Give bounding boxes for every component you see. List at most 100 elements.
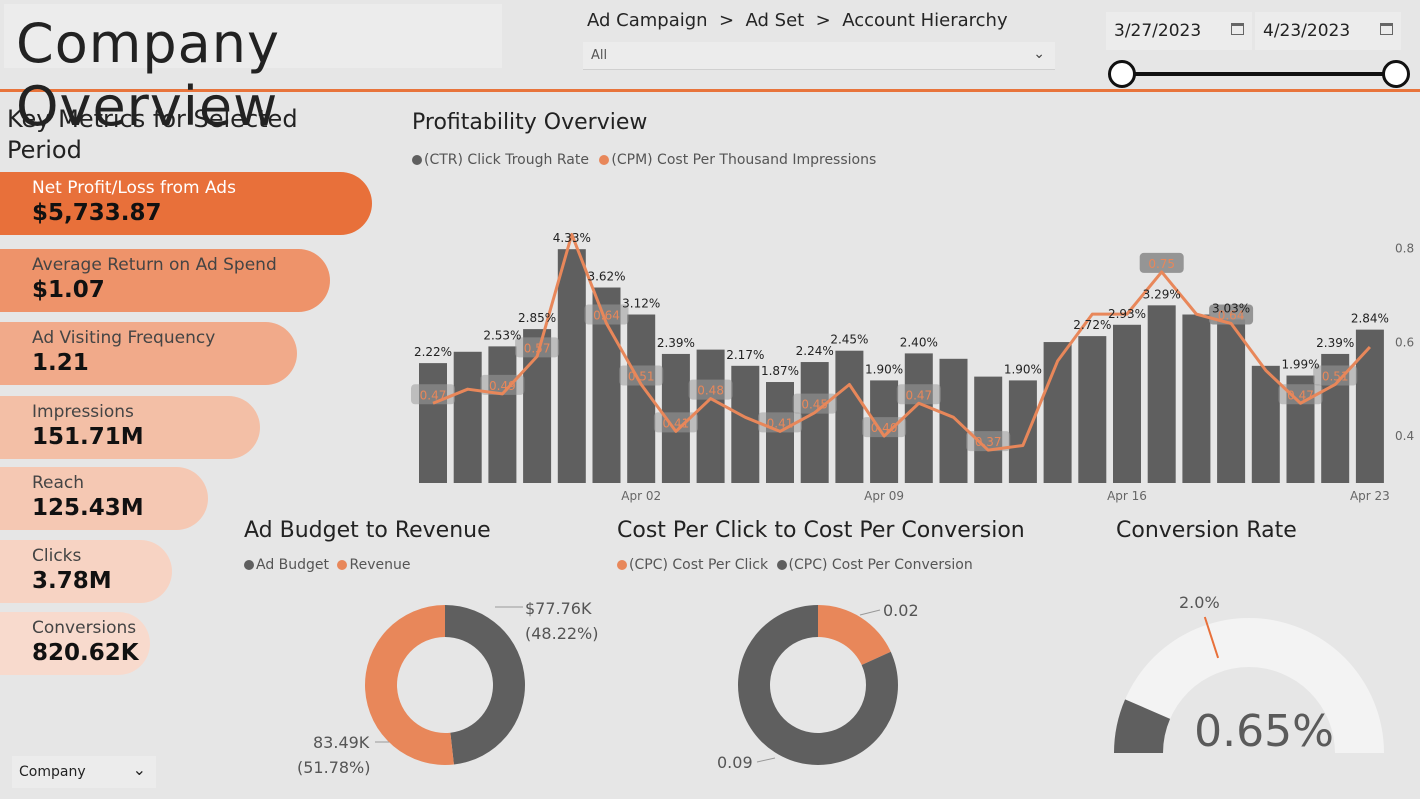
cpm-data-label: 0.57 bbox=[524, 341, 551, 355]
start-date-input[interactable]: 3/27/2023 bbox=[1106, 12, 1252, 50]
ctr-data-label: 4.33% bbox=[553, 231, 591, 245]
ctr-data-label: 3.62% bbox=[587, 270, 625, 284]
legend-dot-icon bbox=[617, 560, 627, 570]
kpi-card[interactable]: Reach 125.43M bbox=[0, 467, 208, 530]
kpi-label: Average Return on Ad Spend bbox=[32, 255, 277, 275]
ctr-bar[interactable] bbox=[488, 346, 517, 483]
kpi-label: Net Profit/Loss from Ads bbox=[32, 178, 236, 198]
profitability-legend: (CTR) Click Trough Rate (CPM) Cost Per T… bbox=[412, 152, 876, 168]
ctr-bar[interactable] bbox=[800, 362, 829, 483]
ctr-bar[interactable] bbox=[557, 249, 586, 483]
end-date-input[interactable]: 4/23/2023 bbox=[1255, 12, 1401, 50]
budget-donut-chart[interactable]: $77.76K (48.22%) 83.49K (51.78%) bbox=[280, 590, 620, 790]
ctr-data-label: 2.45% bbox=[830, 333, 868, 347]
y-tick-label: 0.6 bbox=[1395, 335, 1414, 349]
leader-line bbox=[859, 609, 881, 616]
cpc-click-label: 0.02 bbox=[883, 601, 919, 620]
legend-ad-budget[interactable]: Ad Budget bbox=[256, 557, 329, 573]
profitability-chart[interactable]: 0.4 0.6 0.8 0.47 0.49 0.57 0.64 0.51 0.41 0.48 0.4… bbox=[400, 180, 1420, 510]
ctr-data-label: 3.12% bbox=[622, 297, 660, 311]
ctr-bar[interactable] bbox=[974, 376, 1003, 483]
date-range-start-handle[interactable] bbox=[1108, 60, 1136, 88]
ctr-bar[interactable] bbox=[419, 363, 447, 483]
ctr-data-label: 1.99% bbox=[1281, 358, 1319, 372]
cpm-data-label: 0.64 bbox=[593, 309, 620, 323]
ctr-data-label: 1.90% bbox=[865, 362, 903, 376]
legend-revenue[interactable]: Revenue bbox=[349, 557, 410, 573]
cpc-donut-chart[interactable]: 0.02 0.09 bbox=[700, 590, 960, 790]
hierarchy-slicer-dropdown[interactable]: All ⌄ bbox=[583, 42, 1055, 70]
ctr-bar[interactable] bbox=[1113, 324, 1141, 483]
kpi-label: Impressions bbox=[32, 402, 134, 422]
cpm-data-label: 0.51 bbox=[1322, 369, 1349, 383]
kpi-card[interactable]: Net Profit/Loss from Ads $5,733.87 bbox=[0, 172, 372, 235]
ad-budget-slice[interactable] bbox=[445, 605, 525, 765]
calendar-icon[interactable] bbox=[1380, 23, 1393, 35]
budget-legend: Ad Budget Revenue bbox=[244, 557, 410, 573]
kpi-value: 125.43M bbox=[32, 495, 144, 521]
legend-ctr[interactable]: (CTR) Click Trough Rate bbox=[424, 152, 589, 168]
company-filter-dropdown[interactable]: Company ⌄ bbox=[12, 756, 156, 788]
conversion-title: Conversion Rate bbox=[1116, 518, 1297, 543]
cpm-data-label: 0.47 bbox=[1287, 388, 1314, 402]
cpm-data-label: 0.41 bbox=[663, 416, 690, 430]
ctr-bar[interactable] bbox=[1182, 314, 1211, 483]
kpi-card[interactable]: Ad Visiting Frequency 1.21 bbox=[0, 322, 297, 385]
legend-cost-per-click[interactable]: (CPC) Cost Per Click bbox=[629, 557, 768, 573]
ctr-bar[interactable] bbox=[939, 358, 968, 483]
ctr-bar[interactable] bbox=[1147, 305, 1176, 483]
ctr-bar[interactable] bbox=[1217, 319, 1246, 483]
chevron-down-icon[interactable]: ⌄ bbox=[1033, 46, 1045, 62]
ctr-bar[interactable] bbox=[1355, 329, 1384, 483]
chevron-down-icon[interactable]: ⌄ bbox=[133, 760, 146, 779]
ctr-bar[interactable] bbox=[1251, 365, 1280, 483]
legend-cost-per-conversion[interactable]: (CPC) Cost Per Conversion bbox=[789, 557, 973, 573]
kpi-card[interactable]: Conversions 820.62K bbox=[0, 612, 150, 675]
cpm-data-label: 0.48 bbox=[697, 384, 724, 398]
title-box: Company Overview bbox=[4, 4, 502, 138]
legend-dot-icon bbox=[412, 155, 422, 165]
ctr-bar[interactable] bbox=[1078, 336, 1107, 483]
ctr-data-label: 1.90% bbox=[1004, 362, 1042, 376]
cpm-data-label: 0.45 bbox=[801, 398, 828, 412]
ctr-data-label: 2.84% bbox=[1351, 312, 1389, 326]
revenue-slice[interactable] bbox=[364, 605, 454, 765]
key-metrics-title: Key Metrics for Selected Period bbox=[7, 105, 298, 164]
cpm-data-label: 0.40 bbox=[871, 421, 898, 435]
kpi-card[interactable]: Clicks 3.78M bbox=[0, 540, 172, 603]
ctr-bar[interactable] bbox=[904, 353, 933, 483]
date-range-slider-track[interactable] bbox=[1121, 72, 1396, 76]
kpi-card[interactable]: Average Return on Ad Spend $1.07 bbox=[0, 249, 330, 312]
conversion-gauge[interactable]: 2.0% 0.65% bbox=[1100, 580, 1420, 799]
ctr-bar[interactable] bbox=[1008, 380, 1037, 483]
cpm-data-label: 0.47 bbox=[905, 388, 932, 402]
ctr-data-label: 3.29% bbox=[1143, 287, 1181, 301]
cpm-data-label: 0.49 bbox=[489, 379, 516, 393]
x-tick-label: Apr 16 bbox=[1107, 489, 1147, 503]
kpi-value: 151.71M bbox=[32, 424, 144, 450]
kpi-card[interactable]: Impressions 151.71M bbox=[0, 396, 260, 459]
ctr-data-label: 2.85% bbox=[518, 311, 556, 325]
profitability-title: Profitability Overview bbox=[412, 110, 648, 135]
kpi-value: 3.78M bbox=[32, 568, 112, 594]
company-filter-value: Company bbox=[19, 764, 86, 780]
ctr-bar[interactable] bbox=[696, 349, 725, 483]
ctr-bar[interactable] bbox=[453, 351, 482, 483]
cpc-title: Cost Per Click to Cost Per Conversion bbox=[617, 518, 1025, 543]
cpm-data-label: 0.47 bbox=[420, 388, 447, 402]
ctr-data-label: 2.40% bbox=[900, 335, 938, 349]
cost-per-click-slice[interactable] bbox=[818, 605, 891, 666]
calendar-icon[interactable] bbox=[1231, 23, 1244, 35]
cpc-legend: (CPC) Cost Per Click (CPC) Cost Per Conv… bbox=[617, 557, 973, 573]
date-range-end-handle[interactable] bbox=[1382, 60, 1410, 88]
revenue-label-2: (51.78%) bbox=[297, 758, 371, 777]
ctr-bar[interactable] bbox=[835, 350, 864, 483]
ctr-bar[interactable] bbox=[731, 365, 760, 483]
cpm-data-label: 0.41 bbox=[767, 416, 794, 430]
ctr-data-label: 2.72% bbox=[1073, 318, 1111, 332]
cpm-data-label: 0.75 bbox=[1148, 257, 1175, 271]
kpi-value: 820.62K bbox=[32, 640, 139, 666]
legend-cpm[interactable]: (CPM) Cost Per Thousand Impressions bbox=[611, 152, 876, 168]
ctr-data-label: 2.22% bbox=[414, 345, 452, 359]
legend-dot-icon bbox=[776, 560, 787, 570]
